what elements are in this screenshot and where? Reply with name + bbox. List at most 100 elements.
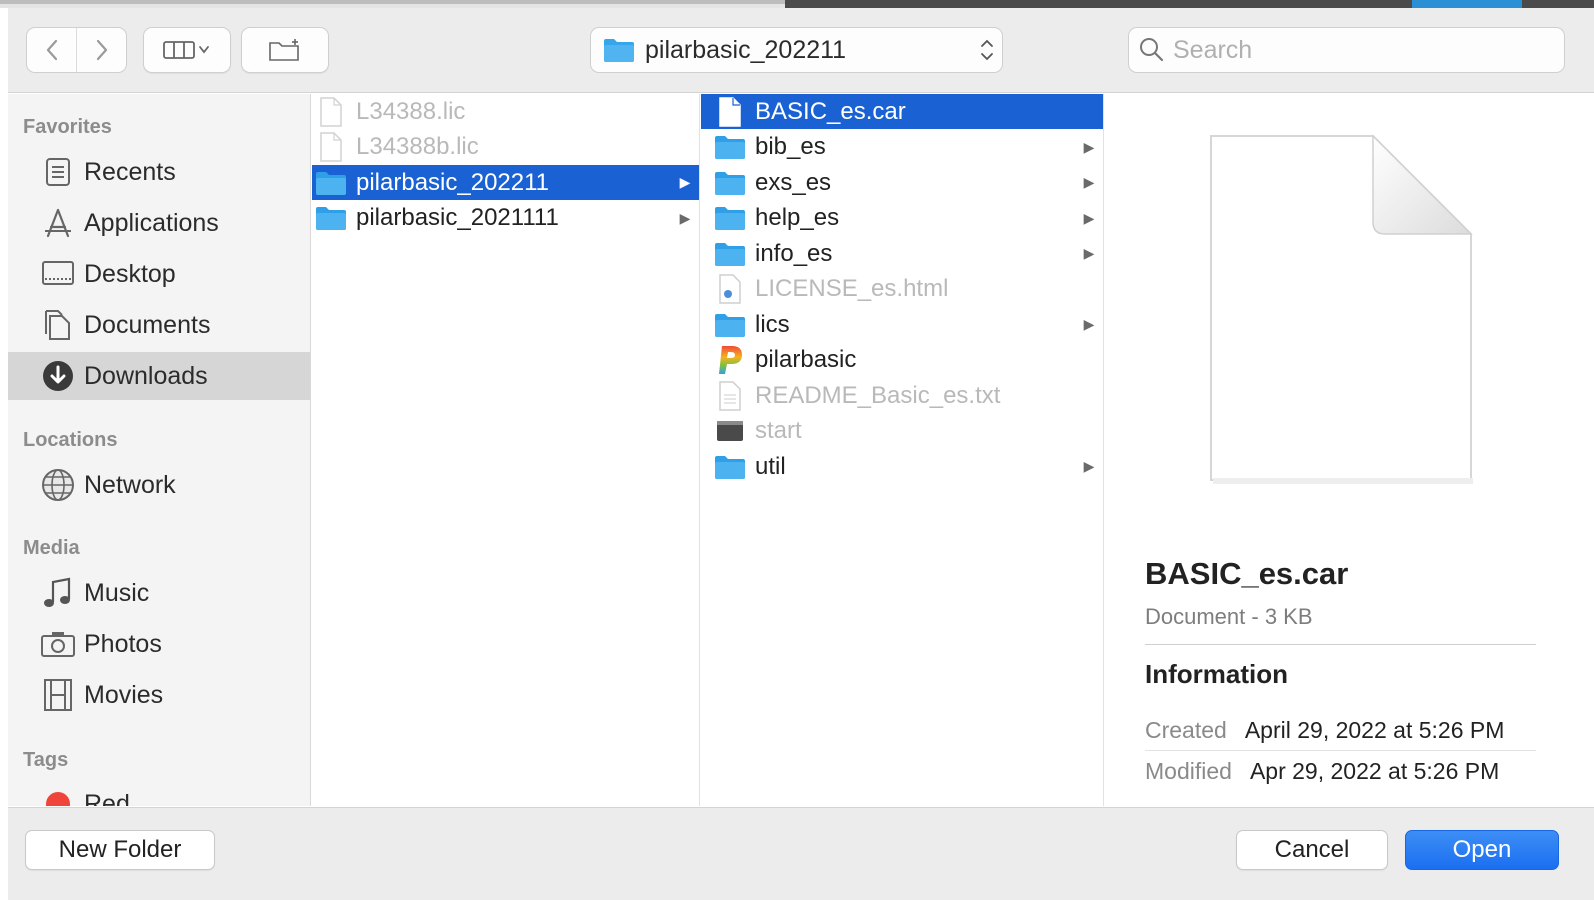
created-label: Created xyxy=(1145,717,1227,743)
folder-icon xyxy=(314,168,348,198)
list-item[interactable]: BASIC_es.car xyxy=(701,94,1103,129)
list-item[interactable]: start xyxy=(701,414,1103,449)
modified-row: Modified Apr 29, 2022 at 5:26 PM xyxy=(1145,751,1536,791)
sidebar-item-label: Recents xyxy=(84,157,176,186)
item-name: L34388b.lic xyxy=(356,133,479,160)
item-name: help_es xyxy=(755,204,840,231)
preview-pane: BASIC_es.car Document - 3 KB Information… xyxy=(1105,94,1594,806)
preview-file-name: BASIC_es.car xyxy=(1145,556,1349,591)
item-name: bib_es xyxy=(755,133,826,160)
item-name: info_es xyxy=(755,239,833,267)
view-mode-button[interactable] xyxy=(143,27,231,73)
sidebar-item-music[interactable]: Music xyxy=(8,569,310,617)
document-preview-icon xyxy=(1205,132,1495,497)
information-heading: Information xyxy=(1145,659,1288,689)
sidebar-item-label: Music xyxy=(84,578,150,607)
sidebar-item-label: Documents xyxy=(84,310,211,339)
text-file-icon xyxy=(713,380,747,411)
item-name: pilarbasic_2021111 xyxy=(356,204,559,231)
back-forward-group xyxy=(26,27,127,73)
list-item[interactable]: pilarbasic_2021111 ▶ xyxy=(312,201,699,236)
folder-icon xyxy=(713,168,747,198)
list-item[interactable]: help_es ▶ xyxy=(701,201,1103,236)
item-name: util xyxy=(755,452,786,480)
sidebar-item-recents[interactable]: Recents xyxy=(8,148,310,196)
sidebar-heading-media: Media xyxy=(23,537,80,559)
document-icon xyxy=(314,96,348,127)
toolbar: pilarbasic_202211 xyxy=(8,8,1594,93)
list-item[interactable]: bib_es ▶ xyxy=(701,130,1103,165)
list-item[interactable]: exs_es ▶ xyxy=(701,165,1103,200)
item-name: start xyxy=(755,417,802,444)
list-item[interactable]: L34388b.lic xyxy=(312,130,699,165)
document-icon xyxy=(314,132,348,162)
back-button[interactable] xyxy=(27,28,76,72)
list-item[interactable]: L34388.lic xyxy=(312,94,699,129)
list-item[interactable]: pilarbasic xyxy=(701,343,1103,378)
sidebar-heading-locations: Locations xyxy=(23,429,118,451)
folder-icon xyxy=(314,203,348,233)
sidebar-item-label: Photos xyxy=(84,629,162,658)
app-icon xyxy=(713,345,747,375)
red-tag-icon xyxy=(38,784,78,806)
sidebar-item-movies[interactable]: Movies xyxy=(8,671,310,719)
sidebar-item-label: Network xyxy=(84,470,176,499)
film-icon xyxy=(38,675,78,715)
search-input[interactable] xyxy=(1173,35,1553,65)
document-icon xyxy=(713,96,747,127)
disclosure-arrow-icon: ▶ xyxy=(679,174,691,190)
browser-column-1: L34388.lic L34388b.lic pilarbasic_202211 ▶ p… xyxy=(312,94,700,806)
downloads-icon xyxy=(38,356,78,396)
new-folder-icon xyxy=(269,39,299,61)
bottom-bar: New Folder Cancel Open xyxy=(8,807,1594,900)
terminal-executable-icon xyxy=(713,416,747,446)
cancel-button[interactable]: Cancel xyxy=(1236,830,1388,870)
open-file-dialog: pilarbasic_202211 Favorites Recents xyxy=(8,8,1594,900)
sidebar-heading-tags: Tags xyxy=(23,749,69,771)
sidebar-item-label: Downloads xyxy=(84,361,208,390)
folder-icon xyxy=(713,132,747,162)
sidebar-item-photos[interactable]: Photos xyxy=(8,620,310,668)
open-button[interactable]: Open xyxy=(1405,830,1559,870)
list-item[interactable]: info_es ▶ xyxy=(701,236,1103,271)
sidebar-item-downloads[interactable]: Downloads xyxy=(8,352,310,400)
new-folder-button[interactable]: New Folder xyxy=(25,830,215,870)
html-file-icon xyxy=(713,274,747,304)
disclosure-arrow-icon: ▶ xyxy=(1083,209,1095,226)
sidebar-item-network[interactable]: Network xyxy=(8,461,310,509)
browser-column-2: BASIC_es.car bib_es ▶ exs_es ▶ help_es ▶ info_e… xyxy=(701,94,1104,806)
list-item[interactable]: lics ▶ xyxy=(701,307,1103,342)
modified-label: Modified xyxy=(1145,757,1232,784)
path-label: pilarbasic_202211 xyxy=(645,35,847,64)
documents-icon xyxy=(38,305,78,345)
sidebar-item-red-tag[interactable]: Red xyxy=(8,780,310,806)
applications-icon xyxy=(38,203,78,243)
list-item[interactable]: pilarbasic_202211 ▶ xyxy=(312,165,699,200)
disclosure-arrow-icon: ▶ xyxy=(1083,245,1095,261)
chevron-right-icon xyxy=(96,39,107,61)
sidebar-item-documents[interactable]: Documents xyxy=(8,301,310,349)
desktop-icon xyxy=(38,254,78,294)
disclosure-arrow-icon: ▶ xyxy=(679,209,691,226)
sidebar-item-applications[interactable]: Applications xyxy=(8,199,310,247)
list-item[interactable]: README_Basic_es.txt xyxy=(701,378,1103,413)
folder-icon xyxy=(713,239,747,269)
new-folder-toolbar-button[interactable] xyxy=(241,27,329,73)
folder-icon xyxy=(604,39,634,62)
forward-button[interactable] xyxy=(76,28,126,72)
list-item[interactable]: LICENSE_es.html xyxy=(701,272,1103,307)
camera-icon xyxy=(38,624,78,664)
path-popup[interactable]: pilarbasic_202211 xyxy=(590,27,1003,73)
item-name: pilarbasic_202211 xyxy=(356,168,550,196)
list-item[interactable]: util ▶ xyxy=(701,449,1103,484)
folder-icon xyxy=(713,203,747,233)
chevron-left-icon xyxy=(46,39,57,61)
sidebar-item-desktop[interactable]: Desktop xyxy=(8,250,310,298)
item-name: L34388.lic xyxy=(356,97,466,125)
disclosure-arrow-icon: ▶ xyxy=(1083,138,1095,155)
strip-light xyxy=(0,0,785,4)
search-field[interactable] xyxy=(1128,27,1565,73)
item-name: LICENSE_es.html xyxy=(755,275,949,302)
sidebar: Favorites Recents Applications Desktop D… xyxy=(8,94,311,806)
item-name: exs_es xyxy=(755,168,832,196)
